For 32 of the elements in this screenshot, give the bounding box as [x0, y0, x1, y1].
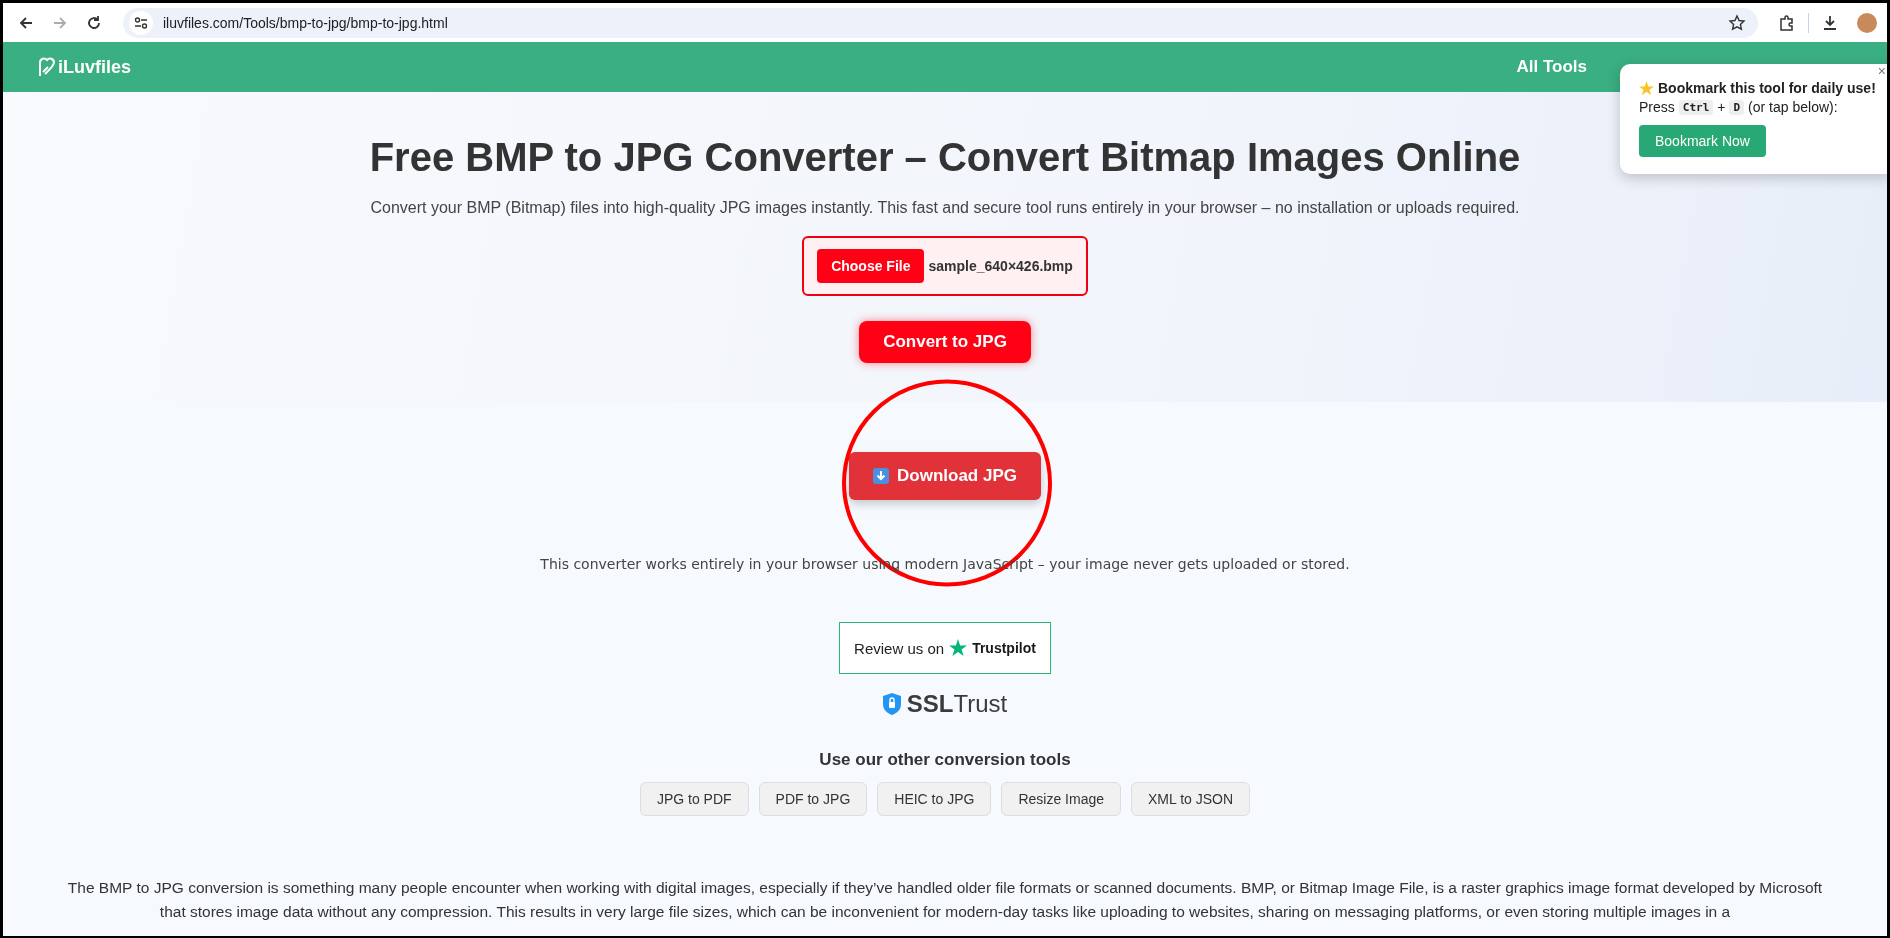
avatar[interactable]: [1857, 12, 1877, 33]
star-icon: [1639, 80, 1654, 96]
star-icon: [949, 639, 968, 657]
popup-text: +: [1717, 99, 1726, 115]
tool-link[interactable]: XML to JSON: [1131, 782, 1251, 816]
site-settings-icon[interactable]: [134, 15, 148, 30]
convert-button[interactable]: Convert to JPG: [859, 321, 1031, 363]
shield-icon: [882, 693, 901, 715]
page-title: Free BMP to JPG Converter – Convert Bitmap Images Online: [369, 135, 1521, 180]
subtitle: Convert your BMP (Bitmap) files into high-quality JPG images instantly. This fast and secure tool runs entirely in your browser – no installation or uploads required.: [370, 199, 1520, 217]
star-icon[interactable]: [1728, 13, 1746, 32]
popup-text: (or tap below):: [1748, 99, 1838, 115]
trustpilot-review-link[interactable]: Review us on Trustpilot: [839, 622, 1051, 674]
download-button[interactable]: Download JPG: [849, 452, 1041, 500]
tool-link[interactable]: HEIC to JPG: [877, 782, 992, 816]
article-paragraph: The BMP to JPG conversion is something many people encounter when working with digital images, especially if they’ve handled older file formats or scanned documents. BMP, or Bitmap Image File, is a raster graphics image format developed by Microsoft that stores image data without any compression. This results in very large file sizes, which can be inconvenient for modern-day tasks like uploading to websites, sharing on messaging platforms, or even storing multiple images in a: [66, 878, 1824, 922]
section-heading: Use our other conversion tools: [819, 750, 1071, 770]
tool-link[interactable]: PDF to JPG: [758, 782, 868, 816]
logo-icon: [36, 56, 56, 78]
file-input[interactable]: Choose File sample_640×426.bmp: [802, 236, 1088, 296]
ssltrust-logo-text: SSLTrust: [906, 690, 1008, 718]
popup-text: Press: [1639, 99, 1675, 115]
popup-title: Bookmark this tool for daily use!: [1658, 80, 1876, 96]
close-button[interactable]: ×: [1877, 64, 1886, 78]
url-text[interactable]: iluvfiles.com/Tools/bmp-to-jpg/bmp-to-jpg.html: [163, 14, 448, 31]
download-icon: [873, 468, 889, 484]
tool-link[interactable]: Resize Image: [1001, 782, 1121, 816]
tool-link[interactable]: JPG to PDF: [639, 782, 749, 816]
choose-file-button[interactable]: Choose File: [817, 249, 925, 283]
key-label: D: [1729, 99, 1745, 115]
file-name: sample_640×426.bmp: [928, 258, 1073, 274]
key-label: Ctrl: [1678, 99, 1714, 115]
